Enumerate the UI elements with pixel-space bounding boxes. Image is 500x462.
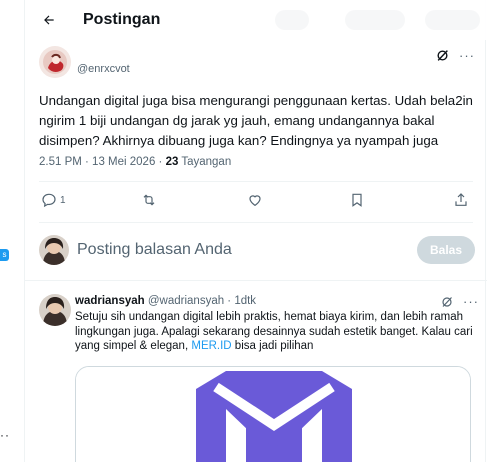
avatar[interactable] (39, 46, 71, 78)
reply-media[interactable] (75, 366, 471, 462)
left-sidebar-edge: s ·· (0, 0, 22, 462)
repost-icon (143, 194, 155, 206)
blurred-overlay (345, 10, 405, 30)
post-meta: 2.51 PM · 13 Mei 2026 · 23 Tayangan (39, 156, 231, 168)
blurred-overlay (425, 10, 480, 30)
share-button[interactable] (453, 192, 469, 208)
blurred-overlay (275, 10, 309, 30)
back-button[interactable] (31, 2, 67, 38)
avatar[interactable] (39, 294, 71, 326)
post-text: Undangan digital juga bisa mengurangi pe… (39, 93, 473, 148)
views-label: Tayangan (178, 156, 232, 168)
reply-author-meta[interactable]: @wadriansyah · 1dtk (145, 295, 256, 307)
sidebar-badge[interactable]: s (0, 249, 9, 261)
repost-button[interactable] (141, 192, 157, 208)
page-header: Postingan (25, 0, 487, 40)
back-arrow-icon (44, 15, 54, 25)
main-column: Postingan @enrxcvot ··· Undangan digital… (24, 0, 487, 462)
reply-button[interactable]: 1 (41, 192, 66, 208)
like-button[interactable] (247, 192, 263, 208)
page-title: Postingan (83, 11, 161, 28)
action-bar: 1 (39, 192, 479, 214)
post-time[interactable]: 2.51 PM · 13 Mei 2026 · (39, 156, 166, 168)
avatar (39, 235, 69, 265)
divider (39, 181, 473, 182)
reply-author-name[interactable]: wadriansyah (75, 295, 145, 307)
grok-icon[interactable] (441, 296, 453, 308)
brand-logo-image (76, 367, 470, 462)
like-icon (249, 195, 261, 207)
reply-text: Setuju sih undangan digital lebih prakti… (75, 311, 473, 352)
views-count: 23 (165, 156, 179, 168)
bookmark-icon (352, 193, 362, 207)
reply-submit-button[interactable]: Balas (417, 236, 475, 264)
divider (39, 222, 473, 223)
reply-input[interactable]: Posting balasan Anda (77, 241, 232, 259)
more-icon[interactable]: ··· (459, 48, 475, 63)
reply-composer: Posting balasan Anda Balas (39, 232, 475, 268)
share-icon (455, 193, 467, 206)
reply-icon (42, 193, 56, 208)
grok-icon[interactable] (436, 49, 449, 62)
main-post: @enrxcvot ··· Undangan digital juga bisa… (39, 42, 475, 168)
sidebar-more-icon[interactable]: ·· (0, 428, 10, 442)
post-handle[interactable]: @enrxcvot (77, 63, 130, 75)
divider (25, 280, 487, 281)
bookmark-button[interactable] (349, 192, 365, 208)
more-icon[interactable]: ··· (463, 294, 479, 309)
reply-link[interactable]: MER.ID (191, 340, 231, 352)
reply-count: 1 (60, 194, 66, 206)
